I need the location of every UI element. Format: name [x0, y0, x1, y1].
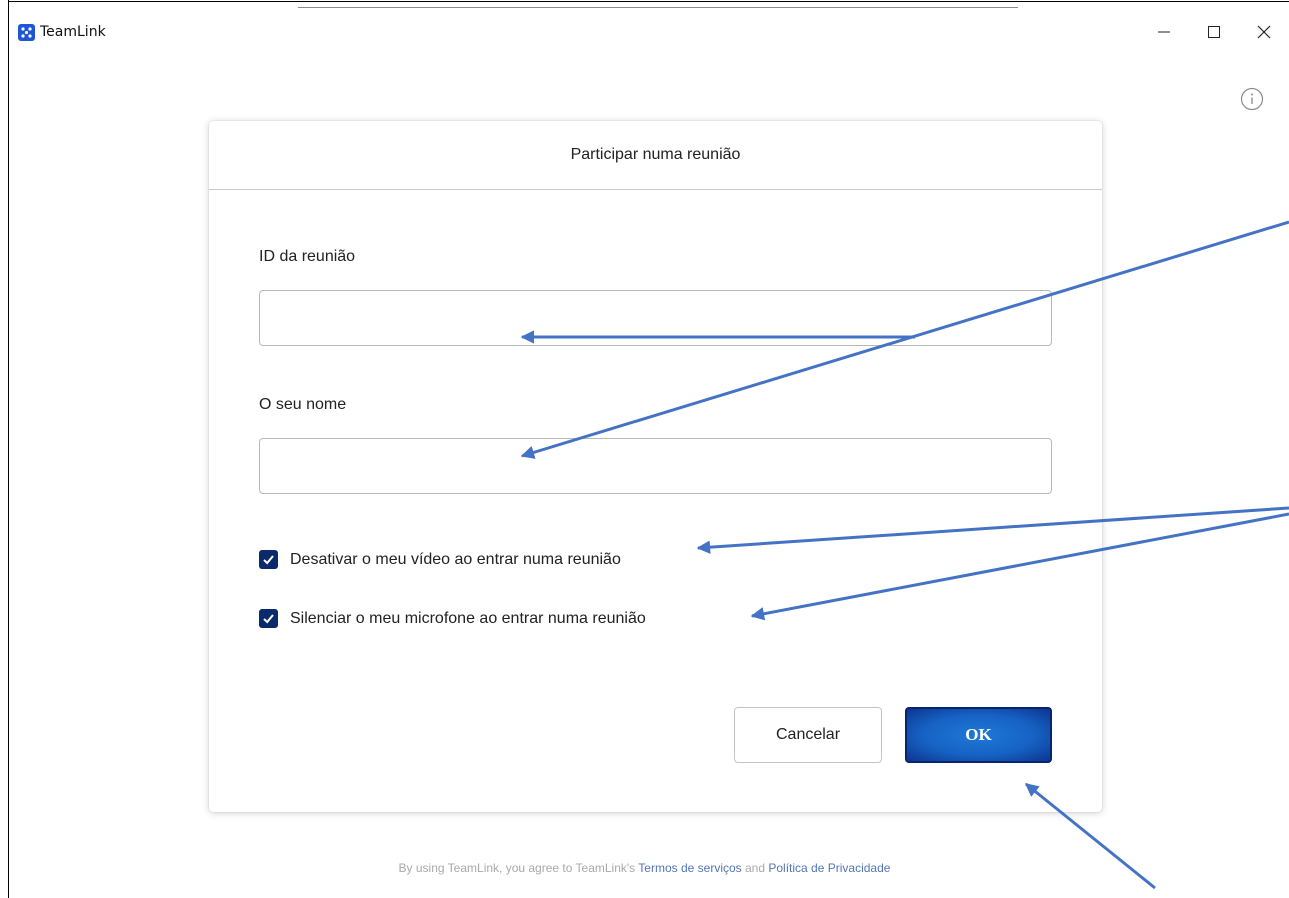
- join-meeting-dialog: Participar numa reunião ID da reunião O …: [209, 121, 1102, 812]
- disable-video-option[interactable]: Desativar o meu vídeo ao entrar numa reu…: [259, 550, 621, 569]
- name-label: O seu nome: [259, 396, 347, 413]
- window-controls: [1139, 14, 1289, 50]
- window-top-edge: [8, 0, 1289, 8]
- footer-legal-text: By using TeamLink, you agree to TeamLink…: [0, 861, 1289, 875]
- mute-microphone-label: Silenciar o meu microfone ao entrar numa…: [290, 609, 646, 627]
- close-button[interactable]: [1239, 14, 1289, 50]
- ok-button[interactable]: OK: [905, 707, 1052, 763]
- footer-prefix: By using TeamLink, you agree to TeamLink…: [398, 861, 639, 875]
- footer-conjunction: and: [741, 861, 769, 875]
- maximize-button[interactable]: [1189, 14, 1239, 50]
- dialog-header: Participar numa reunião: [209, 121, 1102, 190]
- minimize-button[interactable]: [1139, 14, 1189, 50]
- app-title: TeamLink: [40, 24, 106, 40]
- checkmark-icon: [263, 614, 274, 624]
- minimize-icon: [1158, 31, 1170, 33]
- title-bar: TeamLink: [18, 20, 106, 44]
- mute-microphone-option[interactable]: Silenciar o meu microfone ao entrar numa…: [259, 609, 646, 628]
- checkmark-icon: [263, 555, 274, 565]
- dialog-title: Participar numa reunião: [570, 146, 741, 163]
- privacy-link[interactable]: Política de Privacidade: [768, 861, 890, 875]
- close-icon: [1257, 25, 1271, 39]
- maximize-icon: [1208, 26, 1220, 38]
- disable-video-checkbox[interactable]: [259, 550, 278, 569]
- info-icon: [1240, 87, 1264, 111]
- disable-video-label: Desativar o meu vídeo ao entrar numa reu…: [290, 550, 621, 568]
- meeting-id-input[interactable]: [259, 290, 1052, 346]
- mute-microphone-checkbox[interactable]: [259, 609, 278, 628]
- name-input[interactable]: [259, 438, 1052, 494]
- info-button[interactable]: [1240, 87, 1264, 111]
- meeting-id-label: ID da reunião: [259, 248, 356, 265]
- terms-link[interactable]: Termos de serviços: [638, 861, 741, 875]
- cancel-button[interactable]: Cancelar: [734, 707, 882, 763]
- teamlink-logo-icon: [18, 23, 35, 41]
